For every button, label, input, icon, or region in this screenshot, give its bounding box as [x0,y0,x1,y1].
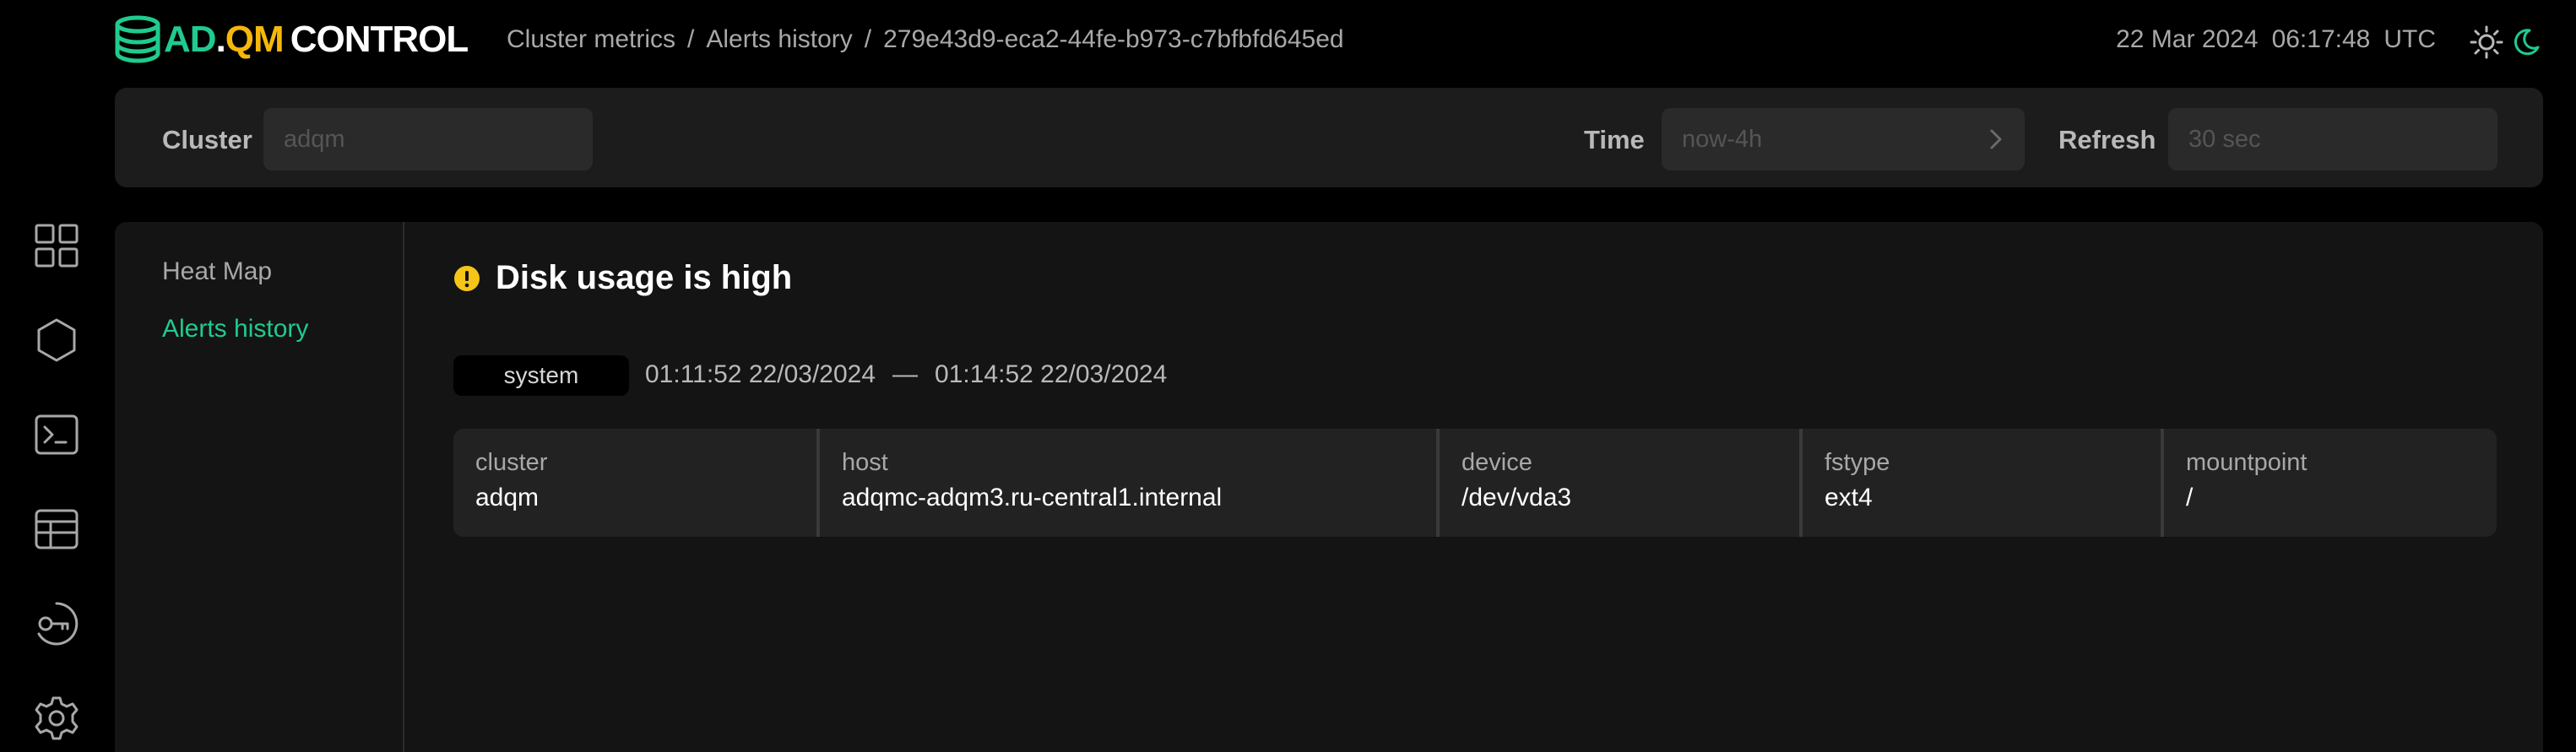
logo-dot-text: . [215,19,226,60]
label-value: adqmc-adqm3.ru-central1.internal [842,484,1223,511]
header-date: 22 Mar 2024 [2116,25,2259,53]
refresh-filter-label: Refresh [2058,125,2156,154]
light-theme-sun-icon[interactable] [2470,25,2503,59]
filter-bar: Cluster adqm Time now-4h Refresh 30 sec [115,88,2543,187]
header-datetime: 22 Mar 2024 06:17:48 UTC [2116,25,2436,54]
cluster-select-placeholder: adqm [284,125,345,153]
label-value: ext4 [1825,484,1873,511]
logo-qm-text: QM [225,19,285,60]
label-value: / [2186,484,2194,511]
label-cell-cluster: cluster adqm [453,429,816,537]
main-panel: Heat Map Alerts history Disk usage is hi… [115,222,2543,752]
breadcrumb: Cluster metrics / Alerts history / 279e4… [507,25,1344,54]
alert-start-time: 01:11:52 22/03/2024 [645,360,876,388]
breadcrumb-alerts-history[interactable]: Alerts history [706,25,852,54]
refresh-interval-placeholder: 30 sec [2188,125,2261,153]
sub-navigation: Heat Map Alerts history [115,222,404,752]
key-icon[interactable] [32,599,81,648]
top-header: AD. QM CONTROL Cluster metrics / Alerts hi… [0,0,2576,86]
logo-ad-text: AD [164,19,217,60]
database-logo-icon [115,15,160,63]
refresh-interval-select[interactable]: 30 sec [2168,108,2497,170]
chevron-right-icon [1990,129,2002,149]
breadcrumb-alert-id: 279e43d9-eca2-44fe-b973-c7bfbfd645ed [883,25,1344,53]
breadcrumb-separator: / [687,25,695,53]
dark-theme-moon-icon[interactable] [2511,27,2541,57]
label-value: adqm [475,484,540,511]
settings-gear-icon[interactable] [32,694,81,743]
label-cell-device: device /dev/vda3 [1436,429,1799,537]
alert-title-text: Disk usage is high [496,259,793,296]
subnav-alerts-history[interactable]: Alerts history [162,315,308,344]
alert-time-range: 01:11:52 22/03/2024 — 01:14:52 22/03/202… [645,360,1167,389]
label-key: fstype [1825,449,1890,476]
terminal-icon[interactable] [32,410,81,459]
cluster-filter-label: Cluster [162,125,252,154]
alert-time-dash: — [892,360,919,388]
time-range-placeholder: now-4h [1682,125,1763,153]
app-logo[interactable]: AD. QM CONTROL [113,14,469,66]
dashboard-grid-icon[interactable] [32,221,81,270]
label-key: host [842,449,888,476]
label-key: cluster [475,449,548,476]
subnav-heat-map[interactable]: Heat Map [162,257,272,286]
cluster-select[interactable]: adqm [263,108,593,170]
time-range-select[interactable]: now-4h [1662,108,2025,170]
hexagon-icon[interactable] [32,316,81,365]
alert-tag-label: system [503,362,579,388]
alert-labels-table: cluster adqm host adqmc-adqm3.ru-central… [453,429,2497,537]
label-cell-mountpoint: mountpoint / [2161,429,2497,537]
breadcrumb-separator: / [864,25,872,53]
warning-icon [454,265,480,291]
header-timezone: UTC [2383,25,2436,53]
label-key: mountpoint [2186,449,2308,476]
time-filter-label: Time [1584,125,1645,154]
breadcrumb-cluster-metrics[interactable]: Cluster metrics [507,25,675,54]
header-time: 06:17:48 [2271,25,2371,53]
alert-tag-system: system [453,355,629,396]
alert-end-time: 01:14:52 22/03/2024 [935,360,1168,388]
logo-control-text: CONTROL [290,19,469,60]
label-value: /dev/vda3 [1462,484,1572,511]
label-cell-host: host adqmc-adqm3.ru-central1.internal [816,429,1436,537]
label-key: device [1462,449,1532,476]
table-icon[interactable] [32,505,81,554]
alert-title: Disk usage is high [453,259,792,297]
label-cell-fstype: fstype ext4 [1799,429,2161,537]
